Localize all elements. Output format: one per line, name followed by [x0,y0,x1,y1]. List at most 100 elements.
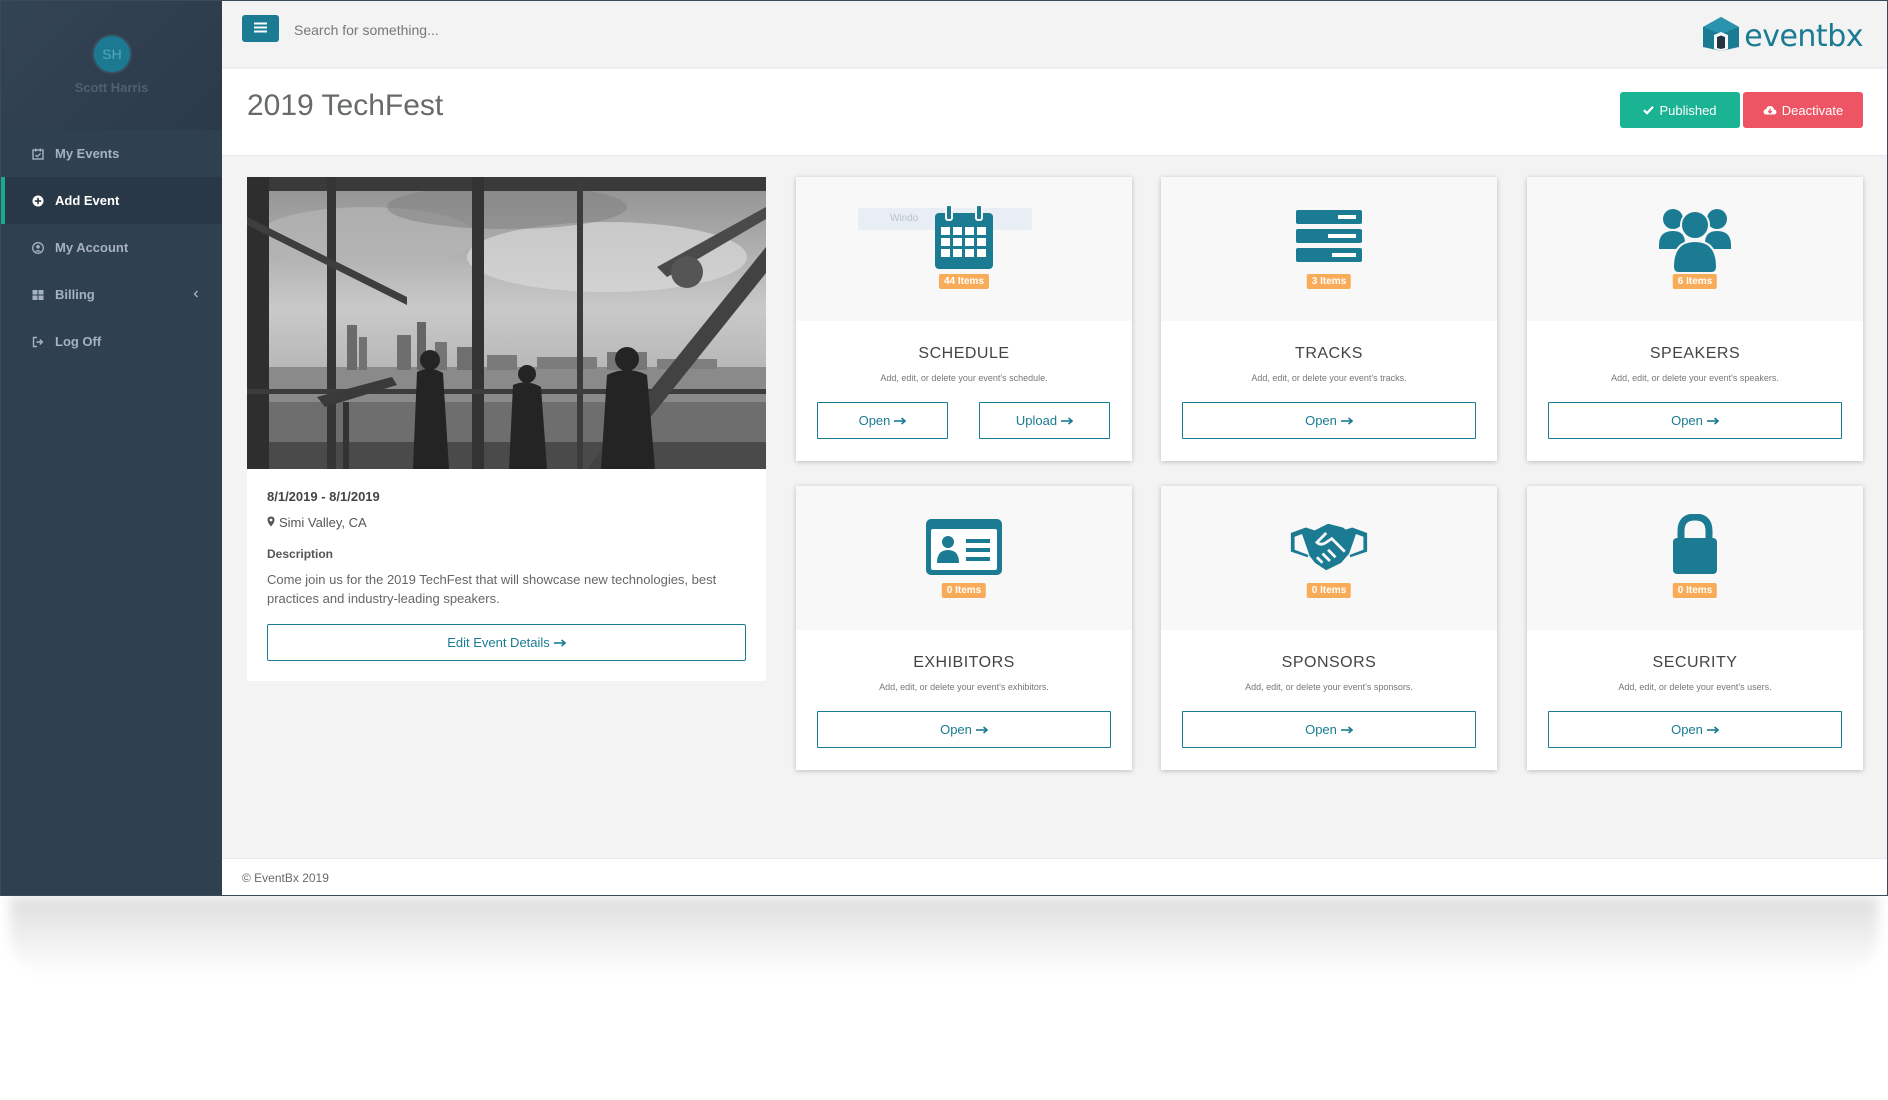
sidebar-item-my-account[interactable]: My Account [1,224,222,271]
module-card-speakers: 6 Items SPEAKERS Add, edit, or delete yo… [1527,177,1863,461]
brand-logo[interactable]: eventbx [1700,15,1863,58]
arrow-right-icon [1340,413,1354,428]
logo-cube-icon [1700,15,1742,58]
open-exhibitors-button[interactable]: Open [817,711,1111,748]
item-count-badge: 6 Items [1672,274,1718,289]
open-schedule-button[interactable]: Open [817,402,948,439]
item-count-badge: 44 Items [938,274,990,289]
sidebar-item-label: Billing [55,287,95,302]
deactivate-label: Deactivate [1781,102,1844,118]
open-tracks-button[interactable]: Open [1182,402,1476,439]
page-title: 2019 TechFest [247,89,444,122]
event-location: Simi Valley, CA [267,515,367,530]
sidebar-item-my-events[interactable]: My Events [1,130,222,177]
module-card-schedule: Windo 44 Items SCHEDULE Add, edit, or de… [796,177,1132,461]
module-title: SPEAKERS [1649,345,1741,362]
grid-icon [31,288,45,302]
edit-event-label: Edit Event Details [447,635,550,650]
event-location-text: Simi Valley, CA [279,515,367,530]
edit-event-details-button[interactable]: Edit Event Details [267,624,746,661]
menu-toggle-button[interactable] [242,15,279,42]
plus-circle-icon [31,194,45,208]
item-count-badge: 0 Items [941,583,987,598]
module-card-header: Windo 44 Items [796,177,1132,321]
search-input[interactable] [294,15,894,45]
check-icon [1643,103,1655,118]
arrow-right-icon [553,635,567,650]
open-label: Open [858,413,891,428]
module-title: SECURITY [1652,654,1738,671]
open-label: Open [1671,722,1703,737]
module-description: Add, edit, or delete your event's schedu… [880,373,1048,383]
event-description: Come join us for the 2019 TechFest that … [267,572,717,606]
module-card-tracks: 3 Items TRACKS Add, edit, or delete your… [1161,177,1497,461]
sidebar-item-label: My Events [55,146,120,161]
module-card-exhibitors: 0 Items EXHIBITORS Add, edit, or delete … [796,486,1132,770]
sign-out-icon [31,335,45,349]
sidebar: SH Scott Harris My Events Add Event My A… [1,1,222,895]
item-count-badge: 0 Items [1306,583,1352,598]
module-card-security: 0 Items SECURITY Add, edit, or delete yo… [1527,486,1863,770]
handshake-icon [1289,514,1369,582]
users-icon [1655,205,1735,273]
upload-schedule-button[interactable]: Upload [979,402,1110,439]
item-count-badge: 0 Items [1672,583,1718,598]
arrow-right-icon [1706,722,1720,737]
open-security-button[interactable]: Open [1548,711,1842,748]
sidebar-item-log-off[interactable]: Log Off [1,318,222,365]
module-title: EXHIBITORS [913,654,1015,671]
module-description: Add, edit, or delete your event's users. [1618,682,1772,692]
upload-label: Upload [1015,413,1058,428]
sidebar-item-label: My Account [55,240,129,255]
deactivate-button[interactable]: Deactivate [1743,92,1863,128]
open-label: Open [1305,413,1337,428]
event-details-card: 8/1/2019 - 8/1/2019 Simi Valley, CA Desc… [247,177,766,681]
sidebar-item-label: Log Off [55,334,102,349]
profile-header: SH Scott Harris [1,1,222,130]
event-cover-image [247,177,766,469]
event-dates: 8/1/2019 - 8/1/2019 [267,489,380,504]
module-card-header: 0 Items [796,486,1132,630]
top-navbar: eventbx [222,1,1887,68]
calendar-icon [924,205,1004,273]
sidebar-item-add-event[interactable]: Add Event [1,177,222,224]
sidebar-item-label: Add Event [55,193,120,208]
module-description: Add, edit, or delete your event's exhibi… [879,682,1049,692]
module-card-header: 6 Items [1527,177,1863,321]
chevron-left-icon[interactable] [190,288,202,300]
open-label: Open [1671,413,1703,428]
module-description: Add, edit, or delete your event's sponso… [1245,682,1413,692]
open-label: Open [940,722,972,737]
arrow-right-icon [975,722,989,737]
avatar[interactable]: SH [92,34,132,74]
module-description: Add, edit, or delete your event's tracks… [1251,373,1407,383]
footer: © EventBx 2019 [222,858,1887,895]
arrow-right-icon [894,413,907,428]
hamburger-icon [254,20,267,38]
sidebar-item-billing[interactable]: Billing [1,271,222,318]
module-card-sponsors: 0 Items SPONSORS Add, edit, or delete yo… [1161,486,1497,770]
server-icon [1289,205,1369,273]
module-title: TRACKS [1295,345,1363,362]
user-name[interactable]: Scott Harris [1,80,222,95]
footer-copyright: © EventBx 2019 [242,871,329,885]
module-title: SPONSORS [1281,654,1377,671]
user-circle-icon [31,241,45,255]
module-card-header: 0 Items [1527,486,1863,630]
lock-icon [1655,514,1735,582]
module-title: SCHEDULE [918,345,1010,362]
module-description: Add, edit, or delete your event's speake… [1611,373,1779,383]
window-shadow [10,896,1878,976]
app-window: SH Scott Harris My Events Add Event My A… [0,0,1888,896]
logo-text: eventbx [1744,19,1863,54]
arrow-right-icon [1061,413,1074,428]
item-count-badge: 3 Items [1306,274,1352,289]
arrow-right-icon [1340,722,1354,737]
open-label: Open [1305,722,1337,737]
open-sponsors-button[interactable]: Open [1182,711,1476,748]
calendar-check-icon [31,147,45,161]
published-label: Published [1659,102,1717,118]
open-speakers-button[interactable]: Open [1548,402,1842,439]
module-card-header: 3 Items [1161,177,1497,321]
published-button[interactable]: Published [1620,92,1740,128]
